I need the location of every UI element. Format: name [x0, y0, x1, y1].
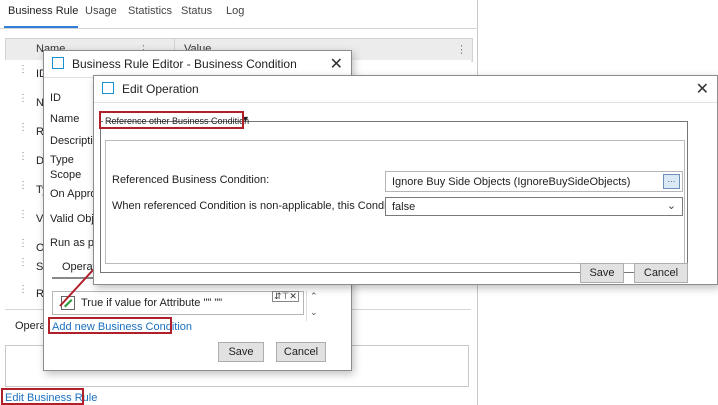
window-icon: [102, 82, 114, 94]
edit-operation-title: Edit Operation: [122, 82, 199, 96]
close-icon[interactable]: ✕: [696, 79, 709, 99]
chevron-down-icon: ⌄: [666, 200, 676, 212]
non-applicable-select[interactable]: false ⌄: [385, 197, 683, 216]
referenced-condition-field[interactable]: Ignore Buy Side Objects (IgnoreBuySideOb…: [385, 171, 683, 192]
referenced-condition-label: Referenced Business Condition:: [112, 174, 270, 186]
edit-operation-titlebar[interactable]: Edit Operation ✕: [94, 76, 717, 103]
non-applicable-value: false: [392, 201, 416, 213]
referenced-condition-value: Ignore Buy Side Objects (IgnoreBuySideOb…: [392, 176, 631, 188]
edit-operation-cancel-button[interactable]: Cancel: [634, 263, 688, 283]
edit-operation-dialog: Edit Operation ✕ Reference other Busines…: [93, 75, 718, 285]
edit-operation-save-button[interactable]: Save: [580, 263, 624, 283]
highlight-operation-type: [99, 111, 244, 129]
browse-icon[interactable]: ⋯: [663, 174, 680, 189]
